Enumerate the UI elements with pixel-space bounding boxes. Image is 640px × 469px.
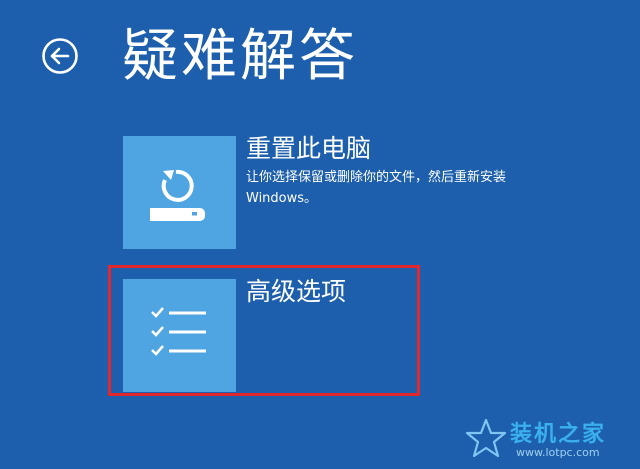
watermark-url: www.lotpc.com bbox=[516, 446, 600, 459]
advanced-options-tile bbox=[123, 279, 236, 392]
reset-pc-description: 让你选择保留或删除你的文件，然后重新安装 Windows。 bbox=[246, 170, 507, 206]
back-button[interactable] bbox=[41, 37, 79, 75]
back-arrow-icon bbox=[42, 38, 78, 74]
watermark: 装机之家 www.lotpc.com bbox=[464, 414, 632, 464]
reset-pc-option[interactable]: 重置此电脑 让你选择保留或删除你的文件，然后重新安装 Windows。 bbox=[123, 134, 506, 249]
advanced-options-option[interactable]: 高级选项 bbox=[123, 277, 423, 392]
star-icon bbox=[465, 418, 507, 458]
advanced-options-title: 高级选项 bbox=[246, 277, 347, 306]
watermark-text: 装机之家 bbox=[510, 422, 607, 447]
reset-pc-title: 重置此电脑 bbox=[246, 134, 372, 163]
reset-pc-tile bbox=[123, 136, 236, 249]
page-title: 疑难解答 bbox=[122, 24, 358, 89]
reset-pc-icon bbox=[150, 169, 205, 221]
checklist-icon bbox=[151, 307, 206, 356]
